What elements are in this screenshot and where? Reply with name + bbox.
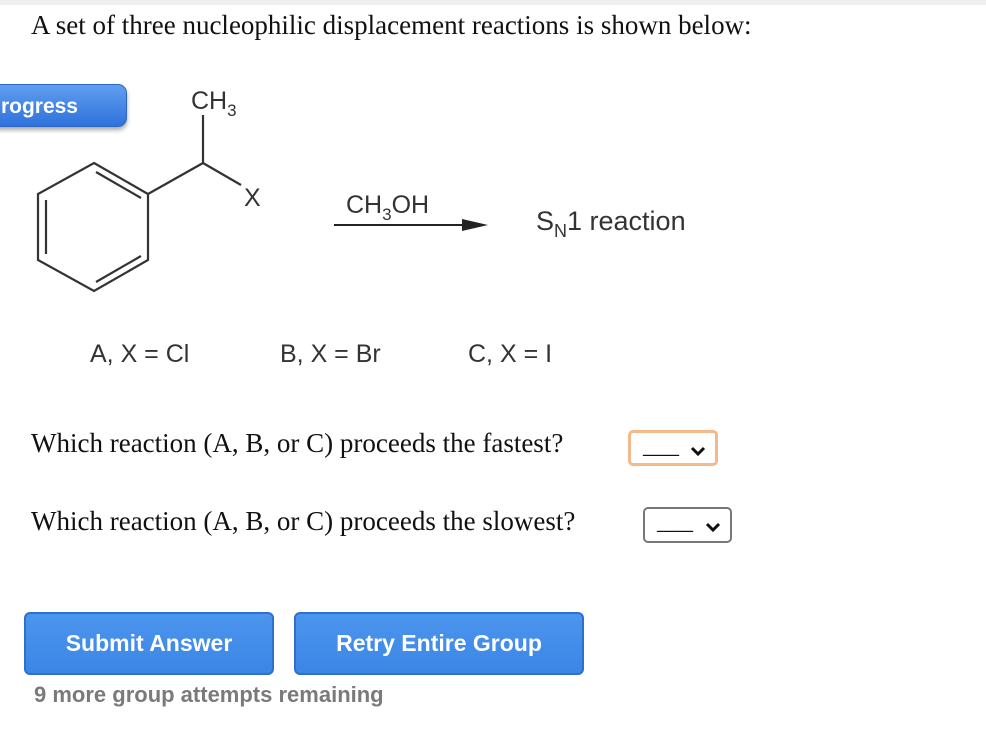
question-fastest: Which reaction (A, B, or C) proceeds the… [31,428,564,458]
retry-entire-group-button[interactable]: Retry Entire Group [294,612,584,675]
fastest-select-value: ___ [643,433,679,459]
variant-c-label: C, X = I [468,340,553,368]
attempts-remaining-text: 9 more group attempts remaining [34,682,384,707]
reagent-label: CH3OH [346,191,429,224]
methyl-label: CH3 [191,87,237,120]
chevron-down-icon [705,522,721,533]
reaction-scheme: CH3 X CH3OH SN1 reaction [36,87,686,293]
reaction-arrow [334,219,488,231]
chevron-down-icon [690,446,706,457]
slowest-select-value: ___ [657,509,693,535]
variant-a-label: A, X = Cl [90,340,190,368]
product-label: SN1 reaction [536,206,686,241]
leaving-group-label: X [244,184,261,212]
variant-b-label: B, X = Br [280,340,381,368]
submit-answer-button[interactable]: Submit Answer [24,612,274,675]
benzene-ring [36,161,150,293]
bonds [147,115,242,195]
question-slowest: Which reaction (A, B, or C) proceeds the… [31,506,576,536]
fastest-select[interactable]: ___ [628,430,718,466]
slowest-select[interactable]: ___ [643,507,732,543]
